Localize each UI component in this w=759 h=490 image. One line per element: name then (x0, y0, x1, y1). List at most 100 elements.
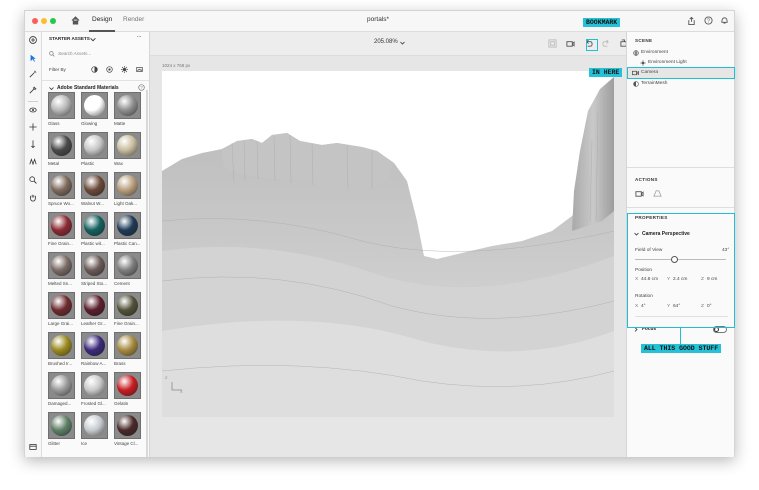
filter-model-icon[interactable] (106, 66, 113, 73)
home-icon[interactable] (71, 16, 80, 25)
maximize-window-button[interactable] (50, 18, 56, 24)
material-preview-sphere (84, 375, 105, 396)
material-swatch[interactable] (114, 92, 141, 119)
material-label: Large Grai... (48, 321, 74, 326)
zoom-icon[interactable] (29, 176, 37, 184)
material-label: Damaged... (48, 401, 72, 406)
material-preview-sphere (51, 415, 72, 436)
material-swatch[interactable] (114, 372, 141, 399)
redo-icon[interactable] (602, 39, 611, 48)
add-camera-bookmark-icon[interactable] (566, 39, 575, 48)
walk-icon[interactable] (29, 157, 37, 165)
material-swatch[interactable] (81, 372, 108, 399)
material-swatch[interactable] (81, 292, 108, 319)
material-swatch[interactable] (81, 132, 108, 159)
material-swatch[interactable] (48, 412, 75, 439)
pan-icon[interactable] (29, 123, 37, 131)
material-preview-sphere (51, 175, 72, 196)
orbit-icon[interactable] (29, 106, 37, 114)
material-swatch[interactable] (81, 412, 108, 439)
filter-material-icon[interactable] (91, 66, 98, 73)
material-preview-sphere (117, 215, 138, 236)
material-preview-sphere (51, 135, 72, 156)
canvas-toolbar: 205.08% (150, 32, 629, 56)
material-swatch[interactable] (48, 172, 75, 199)
material-swatch[interactable] (48, 92, 75, 119)
close-window-button[interactable] (32, 18, 38, 24)
tab-render[interactable]: Render (123, 16, 144, 23)
layers-icon[interactable] (29, 443, 37, 451)
share-icon[interactable] (687, 16, 696, 26)
chevron-down-icon[interactable] (90, 37, 96, 42)
material-swatch[interactable] (81, 252, 108, 279)
action-perspective-icon[interactable] (653, 189, 662, 198)
hand-icon[interactable] (29, 193, 37, 202)
material-swatch[interactable] (114, 172, 141, 199)
action-camera-icon[interactable] (635, 189, 644, 198)
eyedropper-icon[interactable] (29, 86, 37, 94)
assets-scrollbar[interactable] (146, 90, 148, 457)
material-preview-sphere (84, 135, 105, 156)
zoom-level[interactable]: 205.08% (374, 39, 398, 45)
material-swatch[interactable] (114, 252, 141, 279)
scene-title: SCENE (635, 38, 653, 43)
search-input[interactable]: Search Assets... (58, 51, 91, 56)
material-swatch[interactable] (81, 212, 108, 239)
assets-header[interactable]: STARTER ASSETS (49, 36, 90, 41)
zoom-chevron-icon[interactable] (400, 41, 405, 45)
material-swatch[interactable] (48, 212, 75, 239)
select-icon[interactable] (29, 54, 37, 62)
viewport[interactable]: Z X (162, 71, 614, 417)
panel-divider (627, 207, 734, 208)
scene-item-environment-light[interactable]: Environment Light (648, 60, 687, 65)
more-options-icon[interactable]: ··· (137, 34, 142, 39)
svg-text:?: ? (140, 85, 143, 90)
filter-light-icon[interactable] (121, 66, 128, 73)
material-preview-sphere (84, 175, 105, 196)
dolly-icon[interactable] (29, 140, 37, 148)
panel-divider (627, 167, 734, 168)
material-swatch[interactable] (114, 212, 141, 239)
material-swatch[interactable] (48, 132, 75, 159)
add-icon[interactable] (29, 36, 37, 44)
minimize-window-button[interactable] (41, 18, 47, 24)
tab-design[interactable]: Design (92, 16, 112, 23)
material-swatch[interactable] (114, 412, 141, 439)
material-swatch[interactable] (48, 292, 75, 319)
material-swatch[interactable] (81, 172, 108, 199)
material-label: Rainbow A... (81, 361, 107, 366)
material-swatch[interactable] (48, 332, 75, 359)
material-swatch[interactable] (114, 332, 141, 359)
material-swatch[interactable] (48, 252, 75, 279)
terrain-render (162, 77, 614, 417)
material-preview-sphere (51, 215, 72, 236)
material-label: Spruce Wo... (48, 201, 74, 206)
tool-bar (25, 32, 42, 457)
material-swatch[interactable] (81, 92, 108, 119)
svg-text:?: ? (707, 19, 710, 25)
material-label: Plastic wit... (81, 241, 105, 246)
material-swatch[interactable] (81, 332, 108, 359)
collapse-chevron-icon[interactable] (49, 86, 54, 91)
filter-label: Filter By (49, 67, 66, 72)
material-label: Ice (81, 441, 88, 446)
material-label: Glass (48, 121, 60, 126)
properties-highlight-box (627, 213, 735, 328)
frame-icon[interactable] (548, 39, 557, 48)
bookmark-highlight-box (586, 39, 598, 51)
material-preview-sphere (117, 135, 138, 156)
magic-wand-icon[interactable] (29, 70, 37, 78)
material-label: Brushed Ir... (48, 361, 73, 366)
scene-item-terrainmesh[interactable]: TerrainMesh (641, 81, 667, 86)
material-preview-sphere (117, 375, 138, 396)
filter-image-icon[interactable] (136, 66, 143, 73)
help-icon[interactable]: ? (704, 16, 713, 25)
material-swatch[interactable] (114, 292, 141, 319)
material-preview-sphere (117, 95, 138, 116)
scene-item-environment[interactable]: Environment (641, 50, 668, 55)
notifications-icon[interactable] (720, 16, 729, 25)
info-icon[interactable]: ? (138, 84, 145, 91)
material-swatch[interactable] (114, 132, 141, 159)
material-swatch[interactable] (48, 372, 75, 399)
material-preview-sphere (84, 215, 105, 236)
